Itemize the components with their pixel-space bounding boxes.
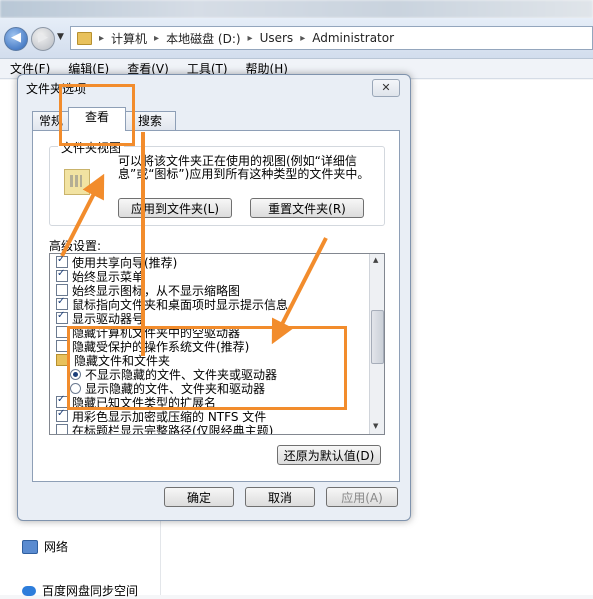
breadcrumb-item[interactable]: 本地磁盘 (D:) xyxy=(166,30,240,47)
restore-defaults-button[interactable]: 还原为默认值(D) xyxy=(277,445,381,465)
advanced-settings-label: 高级设置: xyxy=(49,239,102,253)
forward-arrow-icon: ▶ xyxy=(38,30,48,45)
address-bar-area: ◀ ▶ ▼ ▸ 计算机 ▸ 本地磁盘 (D:) ▸ Users ▸ Admini… xyxy=(0,18,593,59)
nav-item-network[interactable]: 网络 xyxy=(22,538,68,555)
checkbox[interactable] xyxy=(56,408,68,422)
chevron-right-icon: ▸ xyxy=(99,32,105,44)
annotation-box-hidden-files xyxy=(67,326,347,410)
breadcrumb-item[interactable]: 计算机 xyxy=(111,30,147,47)
apply-to-folders-button[interactable]: 应用到文件夹(L) xyxy=(118,198,232,218)
close-button[interactable]: ✕ xyxy=(372,79,400,97)
folder-view-description: 可以将该文件夹正在使用的视图(例如“详细信息”或“图标”)应用到所有这种类型的文… xyxy=(118,154,370,181)
setting-full-path-title[interactable]: 在标题栏显示完整路径(仅限经典主题) xyxy=(56,423,274,435)
breadcrumb-item[interactable]: Users xyxy=(260,31,294,45)
apply-button[interactable]: 应用(A) xyxy=(326,487,398,507)
cancel-button[interactable]: 取消 xyxy=(245,487,315,507)
network-icon xyxy=(22,539,38,554)
folder-view-group: 文件夹视图 可以将该文件夹正在使用的视图(例如“详细信息”或“图标”)应用到所有… xyxy=(49,139,385,226)
setting-label: 在标题栏显示完整路径(仅限经典主题) xyxy=(72,423,274,435)
checkbox[interactable] xyxy=(56,296,68,310)
back-arrow-icon: ◀ xyxy=(11,30,21,45)
settings-scrollbar[interactable]: ▲ ▼ xyxy=(369,254,384,434)
address-field[interactable]: ▸ 计算机 ▸ 本地磁盘 (D:) ▸ Users ▸ Administrato… xyxy=(70,26,593,50)
cloud-icon xyxy=(22,585,36,596)
forward-button[interactable]: ▶ xyxy=(31,27,55,51)
nav-item-label: 百度网盘同步空间 xyxy=(42,584,139,598)
folder-view-icon xyxy=(64,169,90,195)
reset-folders-button[interactable]: 重置文件夹(R) xyxy=(250,198,364,218)
history-dropdown-icon[interactable]: ▼ xyxy=(57,32,64,42)
checkbox[interactable] xyxy=(56,284,68,296)
checkbox[interactable] xyxy=(56,268,68,282)
checkbox[interactable] xyxy=(56,254,68,268)
chevron-right-icon: ▸ xyxy=(300,32,306,44)
chevron-right-icon: ▸ xyxy=(154,32,160,44)
background-blur xyxy=(0,0,593,18)
tab-view[interactable]: 查看 xyxy=(68,107,126,131)
scroll-up-icon[interactable]: ▲ xyxy=(373,256,378,264)
scrollbar-thumb[interactable] xyxy=(371,310,384,364)
chevron-right-icon: ▸ xyxy=(247,32,253,44)
nav-item-baidu-sync[interactable]: 百度网盘同步空间 xyxy=(22,582,138,599)
nav-item-label: 网络 xyxy=(44,540,69,554)
view-tab-panel: 文件夹视图 可以将该文件夹正在使用的视图(例如“详细信息”或“图标”)应用到所有… xyxy=(32,130,400,482)
checkbox[interactable] xyxy=(56,424,68,434)
ok-button[interactable]: 确定 xyxy=(164,487,234,507)
checkbox[interactable] xyxy=(56,310,68,324)
back-button[interactable]: ◀ xyxy=(4,27,28,51)
scroll-down-icon[interactable]: ▼ xyxy=(373,422,378,430)
folder-icon xyxy=(77,31,92,45)
breadcrumb-item[interactable]: Administrator xyxy=(312,31,394,45)
